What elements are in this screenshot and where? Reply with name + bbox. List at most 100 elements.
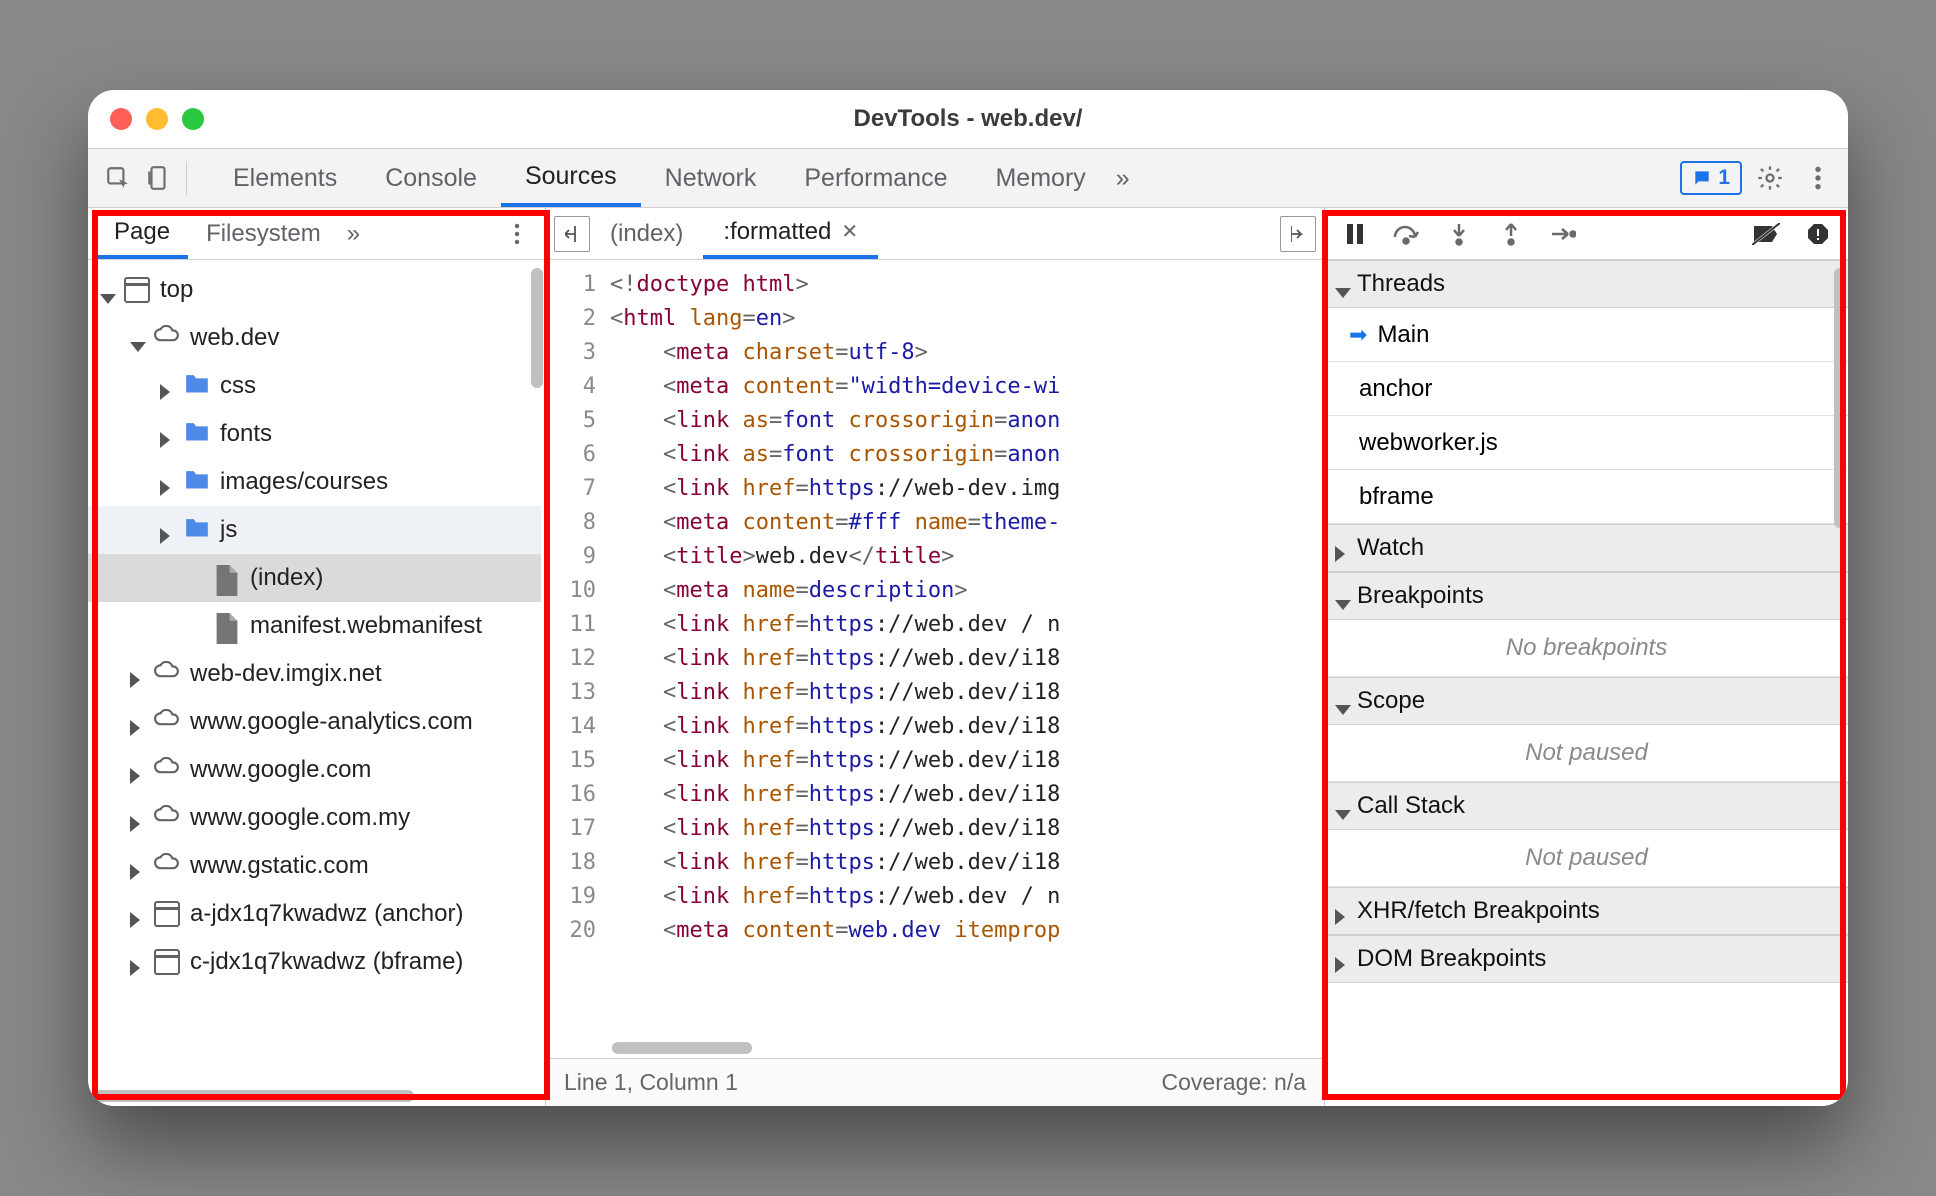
more-tabs-icon[interactable]: »	[1110, 164, 1136, 193]
devtools-window: DevTools - web.dev/ ElementsConsoleSourc…	[88, 90, 1848, 1106]
disclosure-icon[interactable]	[1335, 952, 1349, 966]
prev-file-icon[interactable]	[554, 216, 590, 252]
step-into-icon[interactable]	[1441, 216, 1477, 252]
tree-item[interactable]: fonts	[88, 410, 541, 458]
inspect-icon[interactable]	[98, 158, 138, 198]
tree-item[interactable]: c-jdx1q7kwadwz (bframe)	[88, 938, 541, 986]
pause-on-exceptions-icon[interactable]	[1800, 216, 1836, 252]
step-out-icon[interactable]	[1493, 216, 1529, 252]
debugger-sections: Threads ➡Mainanchorwebworker.js bframe Watc…	[1325, 260, 1848, 1106]
scrollbar[interactable]	[94, 1090, 414, 1102]
kebab-menu-icon[interactable]	[1798, 158, 1838, 198]
disclosure-icon[interactable]	[160, 427, 174, 441]
disclosure-icon[interactable]	[130, 811, 144, 825]
scrollbar[interactable]	[531, 268, 543, 388]
tree-item[interactable]: www.google.com.my	[88, 794, 541, 842]
tree-item[interactable]: www.google.com	[88, 746, 541, 794]
disclosure-icon[interactable]	[130, 715, 144, 729]
settings-icon[interactable]	[1750, 158, 1790, 198]
tab-console[interactable]: Console	[361, 149, 501, 207]
tree-item[interactable]: images/courses	[88, 458, 541, 506]
disclosure-icon[interactable]	[130, 667, 144, 681]
editor-body[interactable]: 1234567891011121314151617181920 <!doctyp…	[546, 260, 1324, 1058]
more-nav-tabs-icon[interactable]: »	[339, 208, 368, 259]
disclosure-icon[interactable]	[1335, 694, 1349, 708]
thread-item[interactable]: anchor	[1325, 362, 1848, 416]
thread-item[interactable]: webworker.js	[1325, 416, 1848, 470]
tree-item[interactable]: top	[88, 266, 541, 314]
tab-sources[interactable]: Sources	[501, 149, 641, 207]
section-threads[interactable]: Threads	[1325, 260, 1848, 308]
disclosure-icon[interactable]	[100, 283, 114, 297]
editor-tab[interactable]: :formatted ✕	[703, 208, 878, 259]
section-placeholder: No breakpoints	[1325, 620, 1848, 677]
step-icon[interactable]	[1545, 216, 1581, 252]
nav-kebab-icon[interactable]	[497, 214, 537, 254]
section-scope[interactable]: Scope	[1325, 677, 1848, 725]
tree-item[interactable]: web.dev	[88, 314, 541, 362]
disclosure-icon[interactable]	[1335, 277, 1349, 291]
messages-count: 1	[1718, 166, 1730, 190]
tree-label: images/courses	[220, 468, 388, 496]
tree-item[interactable]: www.google-analytics.com	[88, 698, 541, 746]
close-icon[interactable]: ✕	[841, 219, 858, 244]
tree-item[interactable]: web-dev.imgix.net	[88, 650, 541, 698]
thread-item[interactable]: bframe	[1325, 470, 1848, 524]
section-title: Threads	[1357, 270, 1445, 298]
disclosure-icon[interactable]	[160, 379, 174, 393]
pause-icon[interactable]	[1337, 216, 1373, 252]
disclosure-icon[interactable]	[130, 763, 144, 777]
disclosure-icon[interactable]	[130, 859, 144, 873]
scrollbar[interactable]	[1834, 268, 1846, 528]
disclosure-icon[interactable]	[130, 955, 144, 969]
disclosure-icon[interactable]	[130, 907, 144, 921]
navigator-tabs: Page Filesystem »	[88, 208, 545, 260]
tree-item[interactable]: js	[88, 506, 541, 554]
disclosure-icon[interactable]	[160, 523, 174, 537]
thread-label: bframe	[1359, 483, 1434, 511]
device-icon[interactable]	[138, 158, 178, 198]
code-area[interactable]: <!doctype html><html lang=en> <meta char…	[606, 260, 1324, 1058]
tab-page[interactable]: Page	[96, 208, 188, 259]
close-button[interactable]	[110, 108, 132, 130]
disclosure-icon[interactable]	[1335, 799, 1349, 813]
section-call-stack[interactable]: Call Stack	[1325, 782, 1848, 830]
tree-item[interactable]: manifest.webmanifest	[88, 602, 541, 650]
section-breakpoints[interactable]: Breakpoints	[1325, 572, 1848, 620]
tab-filesystem[interactable]: Filesystem	[188, 208, 339, 259]
tab-memory[interactable]: Memory	[971, 149, 1109, 207]
tab-network[interactable]: Network	[641, 149, 781, 207]
tree-label: www.gstatic.com	[190, 852, 369, 880]
disclosure-icon[interactable]	[130, 331, 144, 345]
tab-elements[interactable]: Elements	[209, 149, 361, 207]
thread-item[interactable]: ➡Main	[1325, 308, 1848, 362]
disclosure-icon[interactable]	[1335, 541, 1349, 555]
tree-item[interactable]: (index)	[88, 554, 541, 602]
step-over-icon[interactable]	[1389, 216, 1425, 252]
disclosure-icon[interactable]	[160, 475, 174, 489]
editor-tab[interactable]: (index)	[590, 208, 703, 259]
minimize-button[interactable]	[146, 108, 168, 130]
scrollbar[interactable]	[612, 1042, 752, 1054]
disclosure-icon[interactable]	[1335, 589, 1349, 603]
section-dom-breakpoints[interactable]: DOM Breakpoints	[1325, 935, 1848, 983]
tree-item[interactable]: a-jdx1q7kwadwz (anchor)	[88, 890, 541, 938]
tree-label: www.google.com.my	[190, 804, 410, 832]
section-xhr-fetch-breakpoints[interactable]: XHR/fetch Breakpoints	[1325, 887, 1848, 935]
next-file-icon[interactable]	[1280, 216, 1316, 252]
tree-item[interactable]: css	[88, 362, 541, 410]
disclosure-icon[interactable]	[190, 619, 204, 633]
file-tree[interactable]: topweb.dev css fonts images/courses js(index…	[88, 260, 545, 1106]
disclosure-icon[interactable]	[190, 571, 204, 585]
messages-badge[interactable]: 1	[1680, 161, 1742, 195]
deactivate-breakpoints-icon[interactable]	[1748, 216, 1784, 252]
tree-item[interactable]: www.gstatic.com	[88, 842, 541, 890]
editor-tab-label: :formatted	[723, 218, 831, 246]
tree-label: css	[220, 372, 256, 400]
debugger-toolbar	[1325, 208, 1848, 260]
section-watch[interactable]: Watch	[1325, 524, 1848, 572]
tab-performance[interactable]: Performance	[780, 149, 971, 207]
tree-label: fonts	[220, 420, 272, 448]
disclosure-icon[interactable]	[1335, 904, 1349, 918]
maximize-button[interactable]	[182, 108, 204, 130]
